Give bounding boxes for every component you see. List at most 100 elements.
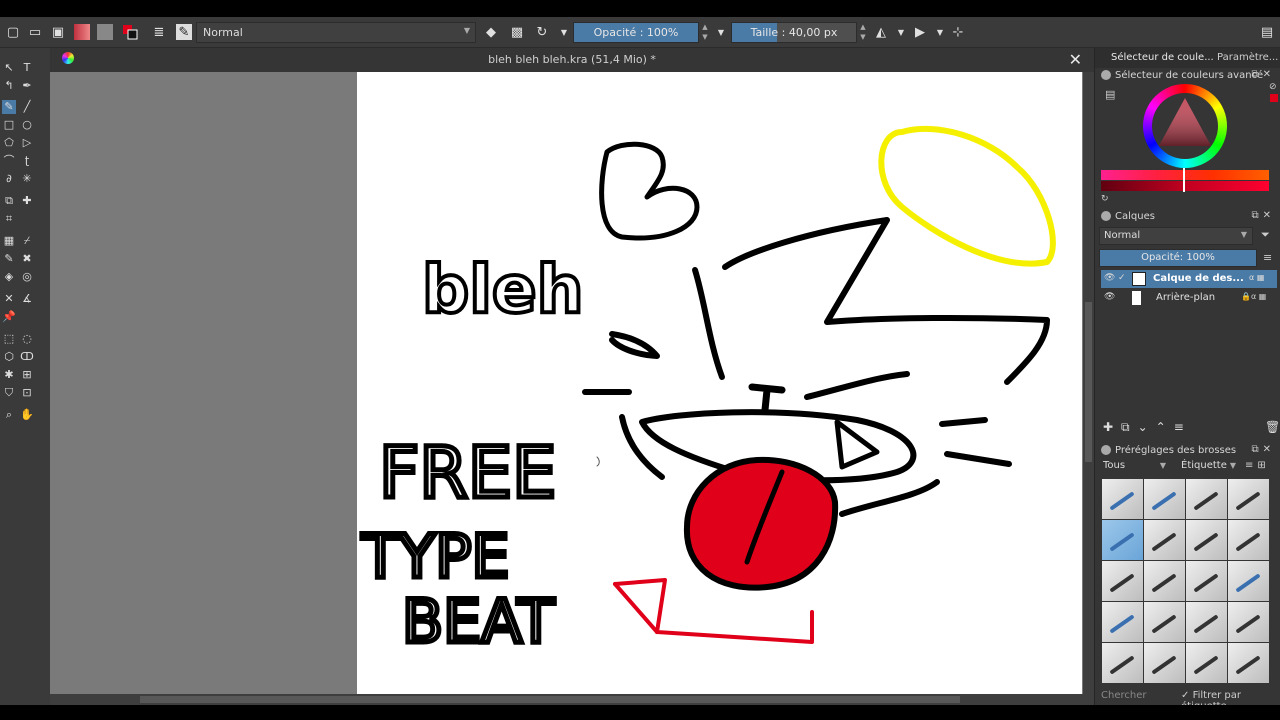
- mirror-h-menu-icon[interactable]: ▼: [893, 24, 909, 40]
- transform-tool-icon[interactable]: ⧉: [2, 194, 16, 208]
- brush-filter-select[interactable]: Tous ▼: [1099, 459, 1171, 475]
- hue-slider[interactable]: [1101, 170, 1269, 180]
- size-slider[interactable]: Taille : 40,00 px: [731, 22, 857, 43]
- brush-preset[interactable]: [1228, 479, 1269, 519]
- brush-preset[interactable]: [1186, 561, 1227, 601]
- smart-patch-icon[interactable]: ✖: [20, 252, 34, 266]
- brush-preset-selected[interactable]: [1102, 520, 1143, 560]
- brush-view-icons[interactable]: ≡⊞: [1245, 460, 1270, 471]
- brush-tag-select[interactable]: Étiquette ▼: [1177, 459, 1241, 475]
- rectangle-tool-icon[interactable]: □: [2, 118, 16, 132]
- layer-row-background[interactable]: 👁 Arrière-plan 🔒α ▦: [1101, 289, 1277, 307]
- close-document-icon[interactable]: ✕: [1069, 50, 1082, 69]
- brush-preset[interactable]: [1228, 602, 1269, 642]
- contiguous-select-icon[interactable]: ✱: [2, 368, 16, 382]
- layer-filter-icon[interactable]: ⏷: [1261, 228, 1270, 242]
- rect-select-icon[interactable]: ⬚: [2, 332, 16, 346]
- mirror-v-menu-icon[interactable]: ▼: [932, 24, 948, 40]
- layer-row-drawing[interactable]: 👁 ✓ Calque de des... α ▦: [1101, 270, 1277, 288]
- alpha-lock-icon[interactable]: ▩: [509, 24, 525, 40]
- fg-bg-color-icon[interactable]: [122, 24, 138, 40]
- saturation-slider[interactable]: [1101, 181, 1269, 191]
- brush-preset[interactable]: [1228, 643, 1269, 683]
- new-document-icon[interactable]: ▢: [5, 24, 21, 40]
- move-tool-icon[interactable]: ✚: [20, 194, 34, 208]
- horizontal-scrollbar[interactable]: [50, 694, 1094, 705]
- brush-search-input[interactable]: Chercher: [1101, 690, 1146, 701]
- polyline-tool-icon[interactable]: ▷: [20, 136, 34, 150]
- visibility-eye-icon[interactable]: 👁: [1104, 292, 1115, 302]
- pan-tool-icon[interactable]: ✋: [20, 408, 34, 422]
- brush-preset[interactable]: [1144, 561, 1185, 601]
- brush-preset[interactable]: [1144, 520, 1185, 560]
- layer-blend-select[interactable]: Normal ▼: [1099, 227, 1253, 245]
- brush-preset[interactable]: [1144, 643, 1185, 683]
- workspace-icon[interactable]: ▤: [1259, 24, 1275, 40]
- pattern-icon[interactable]: [97, 24, 113, 40]
- reload-icon[interactable]: ↻: [534, 24, 550, 40]
- brush-preset-icon[interactable]: ✎: [176, 24, 192, 40]
- save-icon[interactable]: ▣: [50, 24, 66, 40]
- measure-tool-icon[interactable]: ∡: [20, 292, 34, 306]
- fill-tool-icon[interactable]: ◈: [2, 270, 16, 284]
- gradient-tool-icon[interactable]: ▦: [2, 234, 16, 248]
- current-color-swatch[interactable]: [1270, 94, 1278, 102]
- reload-menu-icon[interactable]: ▼: [556, 24, 572, 40]
- drawing-canvas[interactable]: bleh FREE TYPE BEAT: [357, 72, 1082, 694]
- multibrush-icon[interactable]: ✳: [20, 172, 34, 186]
- brush-preset[interactable]: [1228, 561, 1269, 601]
- ellipse-select-icon[interactable]: ◌: [20, 332, 34, 346]
- brush-preset[interactable]: [1102, 561, 1143, 601]
- layer-props-icon[interactable]: α ▦: [1249, 273, 1264, 282]
- opacity-spin[interactable]: ▲ ▼: [700, 22, 710, 43]
- similar-select-icon[interactable]: ⊞: [20, 368, 34, 382]
- reset-color-icon[interactable]: ⊘: [1269, 82, 1277, 92]
- tab-parameters[interactable]: Paramètre...: [1217, 52, 1278, 63]
- color-wheel[interactable]: [1143, 84, 1227, 168]
- calligraphy-icon[interactable]: ✒: [20, 79, 34, 93]
- brush-preset[interactable]: [1186, 520, 1227, 560]
- enclose-fill-icon[interactable]: ◎: [20, 270, 34, 284]
- select-shapes-icon[interactable]: ↖: [2, 61, 16, 75]
- freehand-select-icon[interactable]: ↀ: [20, 350, 34, 364]
- brush-float-close-icon[interactable]: ⧉✕: [1251, 444, 1275, 455]
- brush-preset[interactable]: [1144, 479, 1185, 519]
- mirror-vertical-icon[interactable]: ▶: [912, 24, 928, 40]
- brush-preset[interactable]: [1144, 602, 1185, 642]
- panel-float-close-icon[interactable]: ⧉✕: [1251, 69, 1275, 80]
- text-tool-icon[interactable]: T: [20, 61, 34, 75]
- line-tool-icon[interactable]: ╱: [20, 100, 34, 114]
- vertical-scrollbar[interactable]: [1083, 72, 1094, 694]
- opacity-menu-icon[interactable]: ▼: [713, 24, 729, 40]
- magnetic-select-icon[interactable]: ⊡: [20, 386, 34, 400]
- crop-tool-icon[interactable]: ⌗: [2, 212, 16, 226]
- polygon-select-icon[interactable]: ⬡: [2, 350, 16, 364]
- delete-layer-icon[interactable]: 🗑: [1265, 420, 1280, 434]
- reference-tool-icon[interactable]: 📌: [2, 310, 16, 324]
- brush-preset[interactable]: [1186, 602, 1227, 642]
- layer-opacity-slider[interactable]: Opacité: 100%: [1099, 249, 1257, 267]
- color-settings-icon[interactable]: ▤: [1105, 88, 1117, 101]
- layer-actions[interactable]: ✚⧉⌄⌃≡: [1103, 420, 1192, 435]
- assistant-tool-icon[interactable]: ✕: [2, 292, 16, 306]
- wrap-around-icon[interactable]: ⊹: [950, 24, 966, 40]
- blend-mode-select[interactable]: Normal ▼: [196, 22, 476, 43]
- brush-preset[interactable]: [1102, 602, 1143, 642]
- layer-menu-icon[interactable]: ≡: [1263, 251, 1272, 264]
- eraser-icon[interactable]: ◆: [483, 24, 499, 40]
- freehand-path-icon[interactable]: ʈ: [20, 154, 34, 168]
- bezier-select-icon[interactable]: ⛉: [2, 386, 16, 400]
- polygon-tool-icon[interactable]: ⬠: [2, 136, 16, 150]
- layers-float-close-icon[interactable]: ⧉✕: [1251, 210, 1275, 221]
- layer-check-icon[interactable]: ✓: [1118, 273, 1126, 283]
- color-picker-icon[interactable]: ⌿: [20, 234, 34, 248]
- zoom-tool-icon[interactable]: ⌕: [2, 408, 16, 422]
- slider-cursor[interactable]: [1183, 168, 1185, 192]
- mirror-horizontal-icon[interactable]: ◭: [873, 24, 889, 40]
- layer-lock-icon[interactable]: 🔒α ▦: [1241, 292, 1266, 301]
- size-spin[interactable]: ▲ ▼: [858, 22, 868, 43]
- tab-color-selector[interactable]: Sélecteur de coule...: [1111, 52, 1214, 63]
- refresh-icon[interactable]: ↻: [1101, 194, 1109, 204]
- brush-preset[interactable]: [1102, 479, 1143, 519]
- gradient-icon[interactable]: [74, 24, 90, 40]
